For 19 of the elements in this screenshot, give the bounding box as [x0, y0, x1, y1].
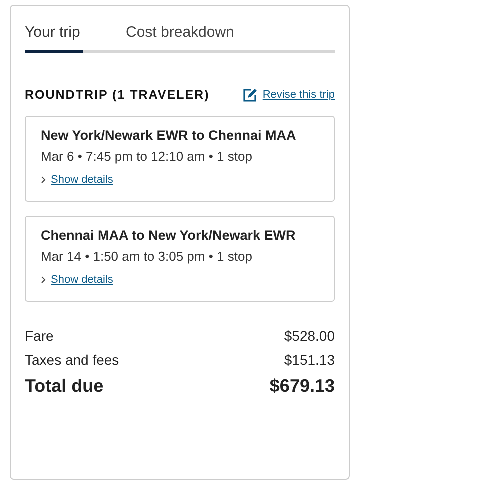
edit-icon: [242, 88, 259, 102]
chevron-icon: [41, 176, 47, 184]
trip-heading: ROUNDTRIP (1 TRAVELER): [25, 88, 210, 102]
cost-label: Fare: [25, 328, 54, 344]
flight-details: Mar 14 • 1:50 am to 3:05 pm • 1 stop: [41, 249, 254, 264]
cost-amount: $679.13: [270, 376, 335, 397]
tab[interactable]: Your trip: [25, 20, 83, 53]
flight-route: New York/Newark EWR to Chennai MAA: [41, 128, 298, 143]
flight-route: Chennai MAA to New York/Newark EWR: [41, 228, 297, 243]
cost-label: Total due: [25, 376, 104, 397]
flight-details: Mar 6 • 7:45 pm to 12:10 am • 1 stop: [41, 149, 254, 164]
tab[interactable]: Cost breakdown: [126, 20, 234, 53]
revise-trip-link[interactable]: Revise this trip: [242, 88, 335, 102]
show-details-link[interactable]: Show details: [41, 274, 114, 286]
cost-amount: $151.13: [284, 352, 335, 368]
cost-amount: $528.00: [284, 328, 335, 344]
cost-label: Taxes and fees: [25, 352, 120, 368]
chevron-icon: [41, 276, 47, 284]
show-details-link[interactable]: Show details: [41, 174, 114, 186]
